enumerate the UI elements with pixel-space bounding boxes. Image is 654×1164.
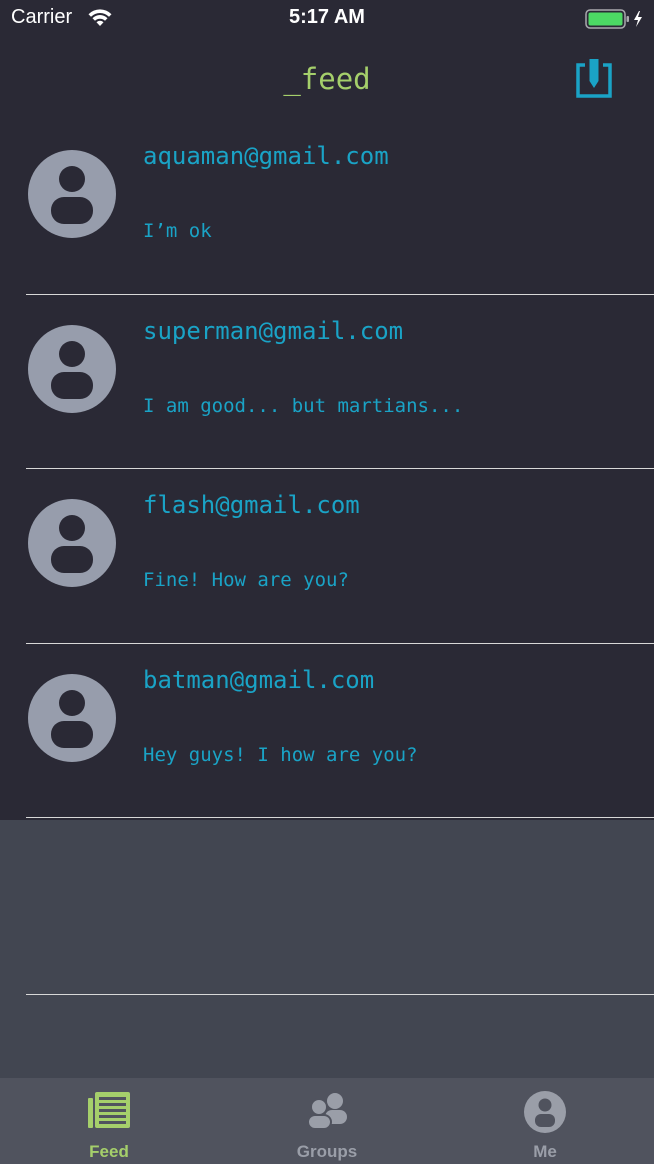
avatar-icon	[28, 499, 116, 587]
compose-icon	[576, 59, 612, 98]
tab-label: Groups	[296, 1142, 358, 1161]
message-preview: I am good... but martians...	[143, 394, 464, 417]
message-preview: I’m ok	[143, 220, 212, 242]
compose-button[interactable]	[572, 56, 616, 100]
feed-list[interactable]: aquaman@gmail.com I’m ok superman@gmail.…	[0, 120, 654, 820]
avatar-icon	[28, 324, 116, 413]
status-bar: Carrier 5:17 AM	[0, 0, 654, 38]
list-item[interactable]: batman@gmail.com Hey guys! I how are you…	[0, 644, 654, 818]
message-preview: Hey guys! I how are you?	[143, 743, 418, 766]
tab-groups[interactable]: Groups	[218, 1078, 436, 1164]
row-divider	[26, 817, 654, 818]
page-title: _feed	[283, 62, 371, 96]
feed-icon	[88, 1092, 130, 1128]
sender-email: superman@gmail.com	[143, 316, 404, 345]
empty-row-divider	[26, 994, 654, 995]
list-item[interactable]: superman@gmail.com I am good... but mart…	[0, 295, 654, 469]
message-preview: Fine! How are you?	[143, 569, 349, 591]
tab-feed[interactable]: Feed	[0, 1078, 218, 1164]
list-item[interactable]: aquaman@gmail.com I’m ok	[0, 120, 654, 295]
avatar-icon	[28, 150, 116, 238]
sender-email: batman@gmail.com	[143, 665, 375, 694]
battery-icon	[585, 8, 647, 35]
navigation-bar: _feed	[0, 38, 654, 120]
sender-email: flash@gmail.com	[143, 491, 360, 519]
tab-bar: Feed Groups Me	[0, 1078, 654, 1164]
avatar-icon	[28, 673, 116, 762]
me-icon	[524, 1091, 566, 1133]
groups-icon	[307, 1093, 347, 1130]
tab-label: Feed	[89, 1142, 129, 1161]
sender-email: aquaman@gmail.com	[143, 142, 389, 170]
clock: 5:17 AM	[289, 6, 365, 28]
tab-label: Me	[533, 1142, 557, 1161]
tab-me[interactable]: Me	[436, 1078, 654, 1164]
list-item[interactable]: flash@gmail.com Fine! How are you?	[0, 469, 654, 644]
